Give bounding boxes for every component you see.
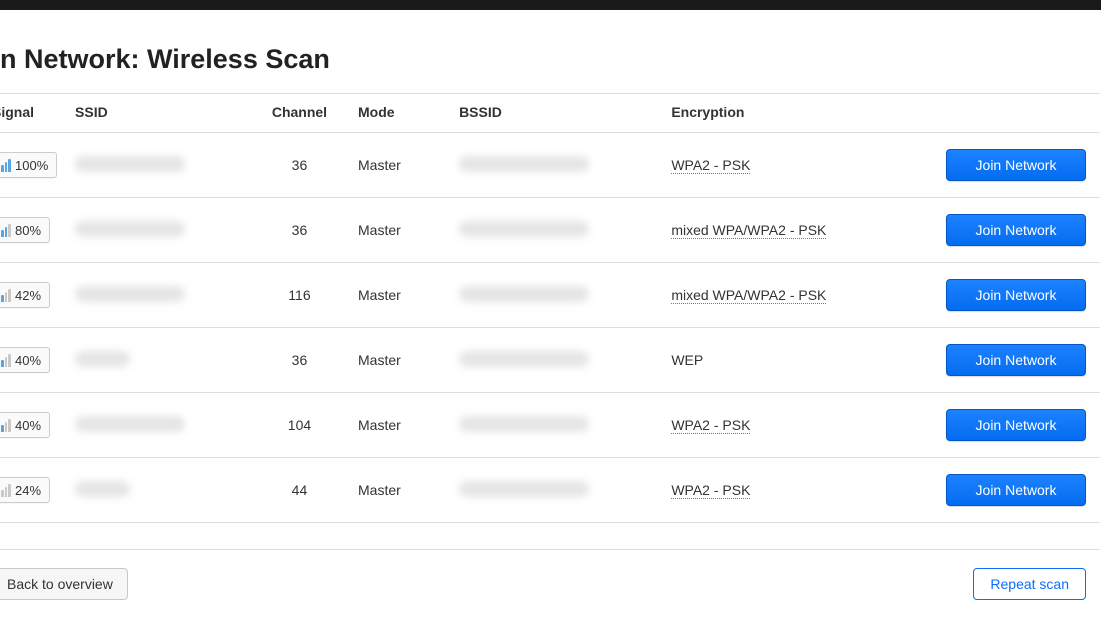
table-row: 80% 36Master mixed WPA/WPA2 - PSK Join Netw…	[0, 198, 1100, 263]
signal-badge: 80%	[0, 217, 50, 243]
header-encryption: Encryption	[663, 94, 936, 133]
channel-value: 36	[249, 328, 350, 393]
ssid-value	[75, 351, 130, 367]
bssid-value	[459, 221, 589, 237]
signal-bars-icon	[0, 418, 11, 432]
signal-percent: 80%	[15, 223, 41, 238]
mode-value: Master	[350, 393, 451, 458]
scan-results-table: Signal SSID Channel Mode BSSID Encryptio…	[0, 93, 1100, 523]
signal-badge: 40%	[0, 347, 50, 373]
back-to-overview-button[interactable]: Back to overview	[0, 568, 128, 600]
signal-percent: 42%	[15, 288, 41, 303]
ssid-value	[75, 221, 185, 237]
join-network-button[interactable]: Join Network	[946, 214, 1086, 246]
bssid-value	[459, 416, 589, 432]
channel-value: 104	[249, 393, 350, 458]
table-row: 24% 44Master WPA2 - PSK Join Network	[0, 458, 1100, 523]
mode-value: Master	[350, 328, 451, 393]
channel-value: 116	[249, 263, 350, 328]
page-content: n Network: Wireless Scan Signal SSID Cha…	[0, 10, 1101, 618]
signal-bars-icon	[0, 483, 11, 497]
header-signal: Signal	[0, 94, 67, 133]
ssid-value	[75, 481, 130, 497]
mode-value: Master	[350, 458, 451, 523]
table-row: 100% 36Master WPA2 - PSK Join Network	[0, 133, 1100, 198]
signal-bars-icon	[0, 288, 11, 302]
encryption-value[interactable]: mixed WPA/WPA2 - PSK	[671, 287, 826, 304]
join-network-button[interactable]: Join Network	[946, 344, 1086, 376]
top-navbar	[0, 0, 1101, 10]
mode-value: Master	[350, 198, 451, 263]
signal-bars-icon	[0, 158, 11, 172]
table-row: 40% 36Master WEP Join Network	[0, 328, 1100, 393]
ssid-value	[75, 156, 185, 172]
header-channel: Channel	[249, 94, 350, 133]
join-network-button[interactable]: Join Network	[946, 409, 1086, 441]
repeat-scan-button[interactable]: Repeat scan	[973, 568, 1086, 600]
ssid-value	[75, 286, 185, 302]
signal-bars-icon	[0, 223, 11, 237]
join-network-button[interactable]: Join Network	[946, 149, 1086, 181]
channel-value: 36	[249, 198, 350, 263]
header-ssid: SSID	[67, 94, 249, 133]
channel-value: 44	[249, 458, 350, 523]
bssid-value	[459, 286, 589, 302]
header-action	[936, 94, 1100, 133]
signal-percent: 40%	[15, 353, 41, 368]
table-header-row: Signal SSID Channel Mode BSSID Encryptio…	[0, 94, 1100, 133]
join-network-button[interactable]: Join Network	[946, 279, 1086, 311]
table-row: 42% 116Master mixed WPA/WPA2 - PSK Join Net…	[0, 263, 1100, 328]
signal-badge: 40%	[0, 412, 50, 438]
encryption-value[interactable]: mixed WPA/WPA2 - PSK	[671, 222, 826, 239]
signal-badge: 42%	[0, 282, 50, 308]
bssid-value	[459, 351, 589, 367]
table-row: 40% 104Master WPA2 - PSK Join Network	[0, 393, 1100, 458]
encryption-value[interactable]: WPA2 - PSK	[671, 482, 750, 499]
mode-value: Master	[350, 133, 451, 198]
signal-percent: 24%	[15, 483, 41, 498]
signal-badge: 24%	[0, 477, 50, 503]
header-mode: Mode	[350, 94, 451, 133]
signal-badge: 100%	[0, 152, 57, 178]
bssid-value	[459, 481, 589, 497]
bottom-action-bar: Back to overview Repeat scan	[0, 549, 1100, 618]
signal-bars-icon	[0, 353, 11, 367]
signal-percent: 100%	[15, 158, 48, 173]
encryption-value: WEP	[671, 352, 703, 368]
encryption-value[interactable]: WPA2 - PSK	[671, 417, 750, 434]
mode-value: Master	[350, 263, 451, 328]
signal-percent: 40%	[15, 418, 41, 433]
channel-value: 36	[249, 133, 350, 198]
bssid-value	[459, 156, 589, 172]
encryption-value[interactable]: WPA2 - PSK	[671, 157, 750, 174]
page-title: n Network: Wireless Scan	[0, 44, 1101, 75]
header-bssid: BSSID	[451, 94, 663, 133]
join-network-button[interactable]: Join Network	[946, 474, 1086, 506]
ssid-value	[75, 416, 185, 432]
